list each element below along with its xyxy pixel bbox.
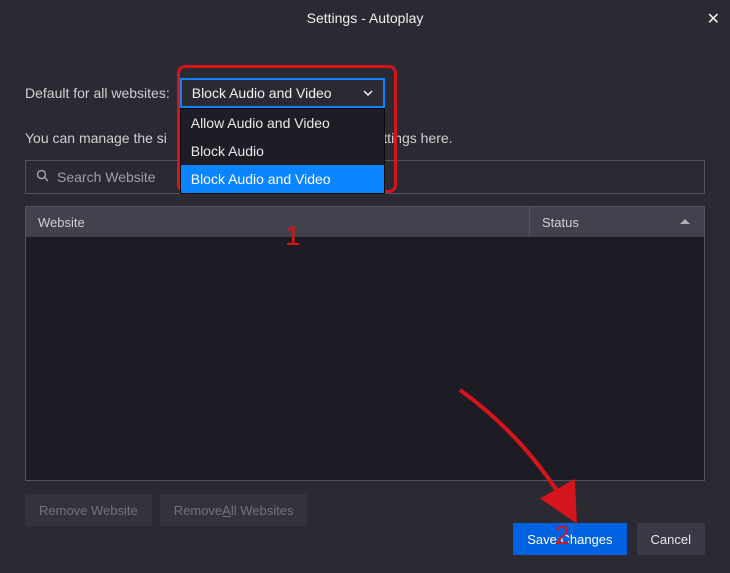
dropdown-menu: Allow Audio and Video Block Audio Block … <box>180 108 385 194</box>
chevron-down-icon <box>363 90 373 96</box>
search-icon <box>36 169 49 185</box>
remove-website-button[interactable]: Remove Website <box>25 494 152 526</box>
sort-ascending-icon <box>680 219 690 224</box>
default-label: Default for all websites: <box>25 85 170 101</box>
table-header: Website Status <box>26 207 704 237</box>
website-table: Website Status <box>25 206 705 481</box>
column-website[interactable]: Website <box>26 215 529 230</box>
default-dropdown[interactable]: Block Audio and Video Allow Audio and Vi… <box>180 78 385 108</box>
dropdown-option-allow[interactable]: Allow Audio and Video <box>181 109 384 137</box>
close-icon[interactable]: ✕ <box>707 9 720 29</box>
dropdown-trigger[interactable]: Block Audio and Video <box>180 78 385 108</box>
dropdown-option-block-audio-video[interactable]: Block Audio and Video <box>181 165 384 193</box>
table-body <box>26 237 704 480</box>
column-status[interactable]: Status <box>529 207 704 237</box>
save-changes-button[interactable]: Save Changes <box>513 523 626 555</box>
annotation-label-2: 2 <box>555 520 569 551</box>
remove-all-label: emove <box>183 503 222 518</box>
dropdown-option-block-audio[interactable]: Block Audio <box>181 137 384 165</box>
dialog-title: Settings - Autoplay <box>307 10 424 26</box>
column-status-label: Status <box>542 215 579 230</box>
cancel-button[interactable]: Cancel <box>637 523 705 555</box>
annotation-label-1: 1 <box>285 220 301 252</box>
remove-all-websites-button[interactable]: Remove All Websites <box>160 494 308 526</box>
dropdown-selected-value: Block Audio and Video <box>192 85 332 101</box>
